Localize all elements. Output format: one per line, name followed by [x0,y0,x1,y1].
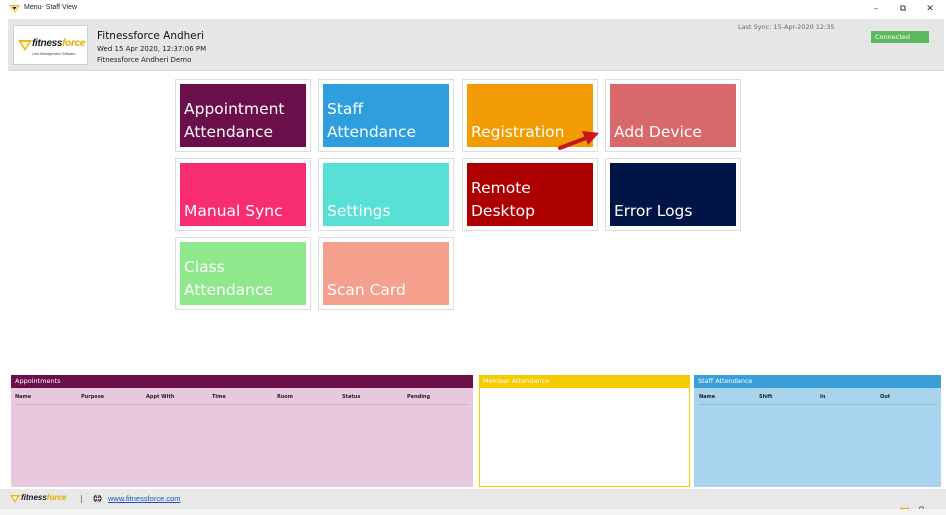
tile-label: Scan Card [327,281,406,299]
header-divider [15,404,469,405]
column-header-time: Time [212,394,226,400]
footer-logo: fitnessforce [10,493,70,506]
member-attendance-panel-title: Member Attendance [479,375,690,388]
pointer-arrow-icon [558,131,599,150]
connection-status-badge: Connected [871,31,929,43]
club-name: Fitnessforce Andheri [97,30,204,42]
tile-label: Remote Desktop [471,179,535,220]
footer-logo-text: fitnessforce [21,493,66,502]
column-header-in: In [820,394,826,400]
tile-label: Error Logs [614,202,693,220]
brand-logo: fitnessforce Club Management Software [13,25,88,65]
phone-icon[interactable] [917,500,926,515]
tile-label: Manual Sync [184,202,283,220]
member-attendance-panel: Member Attendance [479,375,690,487]
tile-class-attendance[interactable]: Class Attendance [180,242,306,305]
tile-label: Appointment Attendance [184,100,285,141]
tile-staff-attendance[interactable]: Staff Attendance [323,84,449,147]
tile-error-logs[interactable]: Error Logs [610,163,736,226]
column-header-pending: Pending [407,394,431,400]
column-header-purpose: Purpose [81,394,105,400]
restore-button[interactable]: ⧉ [896,3,910,15]
header-bar: fitnessforce Club Management Software Fi… [8,19,944,71]
column-header-name: Name [699,394,716,400]
tile-label: Staff Attendance [327,100,417,141]
tile-label: Settings [327,202,391,220]
mail-icon[interactable] [900,500,909,514]
logo-wordmark: fitnessforce [32,38,85,49]
tile-class-attendance-frame: Class Attendance [175,237,311,310]
header-divider [698,404,937,405]
window-title: Menu- Staff View [24,4,78,11]
close-button[interactable]: ✕ [923,3,937,15]
footer-separator: | [80,494,83,503]
globe-icon [93,494,102,503]
tile-appointment-attendance-frame: Appointment Attendance [175,79,311,152]
tile-remote-desktop-frame: Remote Desktop [462,158,598,231]
column-header-status: Status [342,394,361,400]
tile-staff-attendance-frame: Staff Attendance [318,79,454,152]
app-logo-icon [9,5,20,13]
minimize-button[interactable]: – [869,3,883,15]
logo-mark-icon [18,40,32,51]
column-header-name: Name [15,394,32,400]
tile-error-logs-frame: Error Logs [605,158,741,231]
tile-settings[interactable]: Settings [323,163,449,226]
column-header-room: Room [277,394,293,400]
tile-add-device[interactable]: Add Device [610,84,736,147]
appointments-panel: Appointments Name Purpose Appt With Time… [11,375,473,487]
current-datetime: Wed 15 Apr 2020, 12:37:06 PM [97,45,207,53]
staff-attendance-panel-title: Staff Attendance [694,375,941,388]
staff-attendance-panel: Staff Attendance Name Shift In Out [694,375,941,487]
branch-label: Fitnessforce Andheri Demo [97,56,192,64]
logo-word-fitness: fitness [32,38,63,49]
tile-scan-card-frame: Scan Card [318,237,454,310]
tile-manual-sync-frame: Manual Sync [175,158,311,231]
website-link[interactable]: www.fitnessforce.com [108,494,181,503]
tile-label: Class Attendance [184,258,274,299]
column-header-out: Out [880,394,891,400]
tile-settings-frame: Settings [318,158,454,231]
appointments-panel-title: Appointments [11,375,473,388]
tile-label: Add Device [614,123,702,141]
bottom-strip [0,509,946,515]
app-window: Menu- Staff View – ⧉ ✕ fitnessforce Club… [0,0,946,515]
tile-manual-sync[interactable]: Manual Sync [180,163,306,226]
staff-attendance-table[interactable]: Name Shift In Out [694,388,941,487]
column-header-appt-with: Appt With [146,394,175,400]
member-attendance-list[interactable] [479,388,690,487]
column-header-shift: Shift [759,394,773,400]
logo-word-force: force [62,38,86,49]
footer-logo-word-force: force [46,493,67,502]
title-bar: Menu- Staff View – ⧉ ✕ [0,0,946,18]
appointments-table[interactable]: Name Purpose Appt With Time Room Status … [11,388,473,487]
tile-add-device-frame: Add Device [605,79,741,152]
logo-mark-icon [10,495,20,503]
tile-scan-card[interactable]: Scan Card [323,242,449,305]
tile-remote-desktop[interactable]: Remote Desktop [467,163,593,226]
last-sync-text: Last Sync: 15-Apr-2020 12:35 [738,23,835,31]
logo-tagline: Club Management Software [32,52,76,56]
footer-bar: fitnessforce | www.fitnessforce.com [0,489,946,515]
footer-logo-word-fitness: fitness [21,493,47,502]
tile-appointment-attendance[interactable]: Appointment Attendance [180,84,306,147]
